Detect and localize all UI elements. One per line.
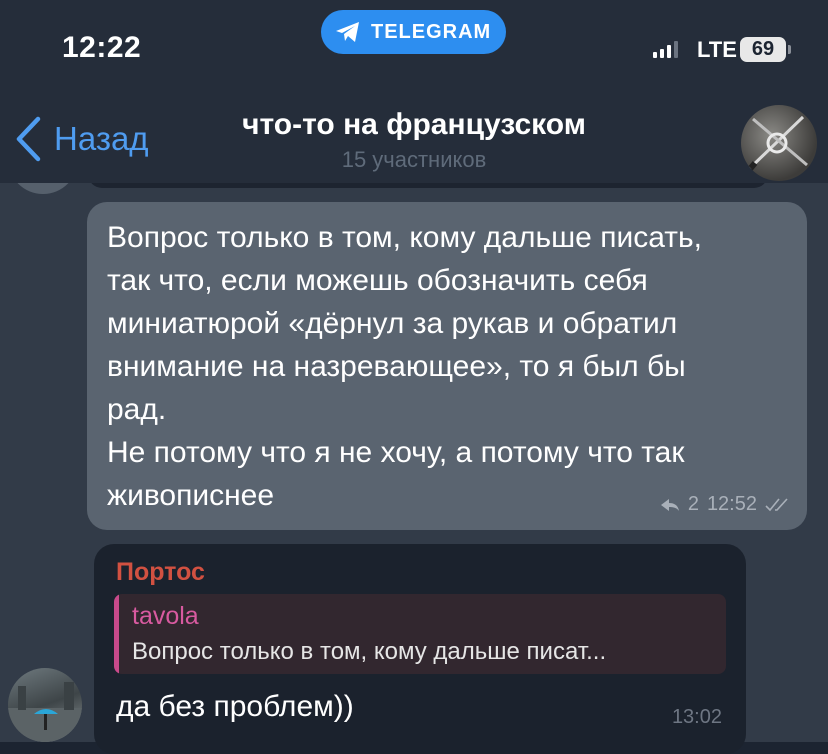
return-to-app-pill[interactable]: TELEGRAM xyxy=(321,10,506,54)
message-time: 13:02 xyxy=(671,706,722,728)
message-text: Вопрос только в том, кому дальше писать,… xyxy=(107,221,702,512)
quoted-text: Вопрос только в том, кому дальше писат..… xyxy=(132,638,607,665)
network-type: LTE xyxy=(697,37,737,62)
chat-member-count: 15 участников xyxy=(341,147,487,172)
cellular-signal-icon xyxy=(653,40,678,58)
quoted-author: tavola xyxy=(132,602,199,630)
reply-count[interactable]: 2 xyxy=(688,493,699,516)
battery-icon: 69 xyxy=(740,37,786,62)
telegram-plane-icon xyxy=(336,22,359,42)
swords-image xyxy=(742,115,808,177)
message-time: 12:52 xyxy=(706,493,757,515)
battery-tip xyxy=(788,45,791,54)
sender-avatar[interactable] xyxy=(8,668,82,742)
quoted-message[interactable]: tavola Вопрос только в том, кому дальше … xyxy=(114,594,726,674)
message-bubble[interactable]: Вопрос только в том, кому дальше писать,… xyxy=(87,202,807,530)
message-text: да без проблем)) xyxy=(116,690,354,723)
status-time: 12:22 xyxy=(62,31,142,64)
group-avatar[interactable] xyxy=(741,105,817,181)
chat-title[interactable]: что-то на французском xyxy=(0,108,828,142)
return-app-label: TELEGRAM xyxy=(371,20,492,43)
reply-message-bubble[interactable]: Портос tavola Вопрос только в том, кому … xyxy=(94,544,746,754)
reply-arrow-icon xyxy=(660,498,679,511)
quote-bar xyxy=(114,594,119,674)
message-meta: 2 12:52 xyxy=(660,493,791,516)
sender-name[interactable]: Портос xyxy=(116,558,205,587)
avatar-photo xyxy=(8,682,82,742)
double-check-icon xyxy=(765,497,788,511)
chat-header: 12:22 TELEGRAM LTE 69 Назад что-то на фр… xyxy=(0,0,828,183)
